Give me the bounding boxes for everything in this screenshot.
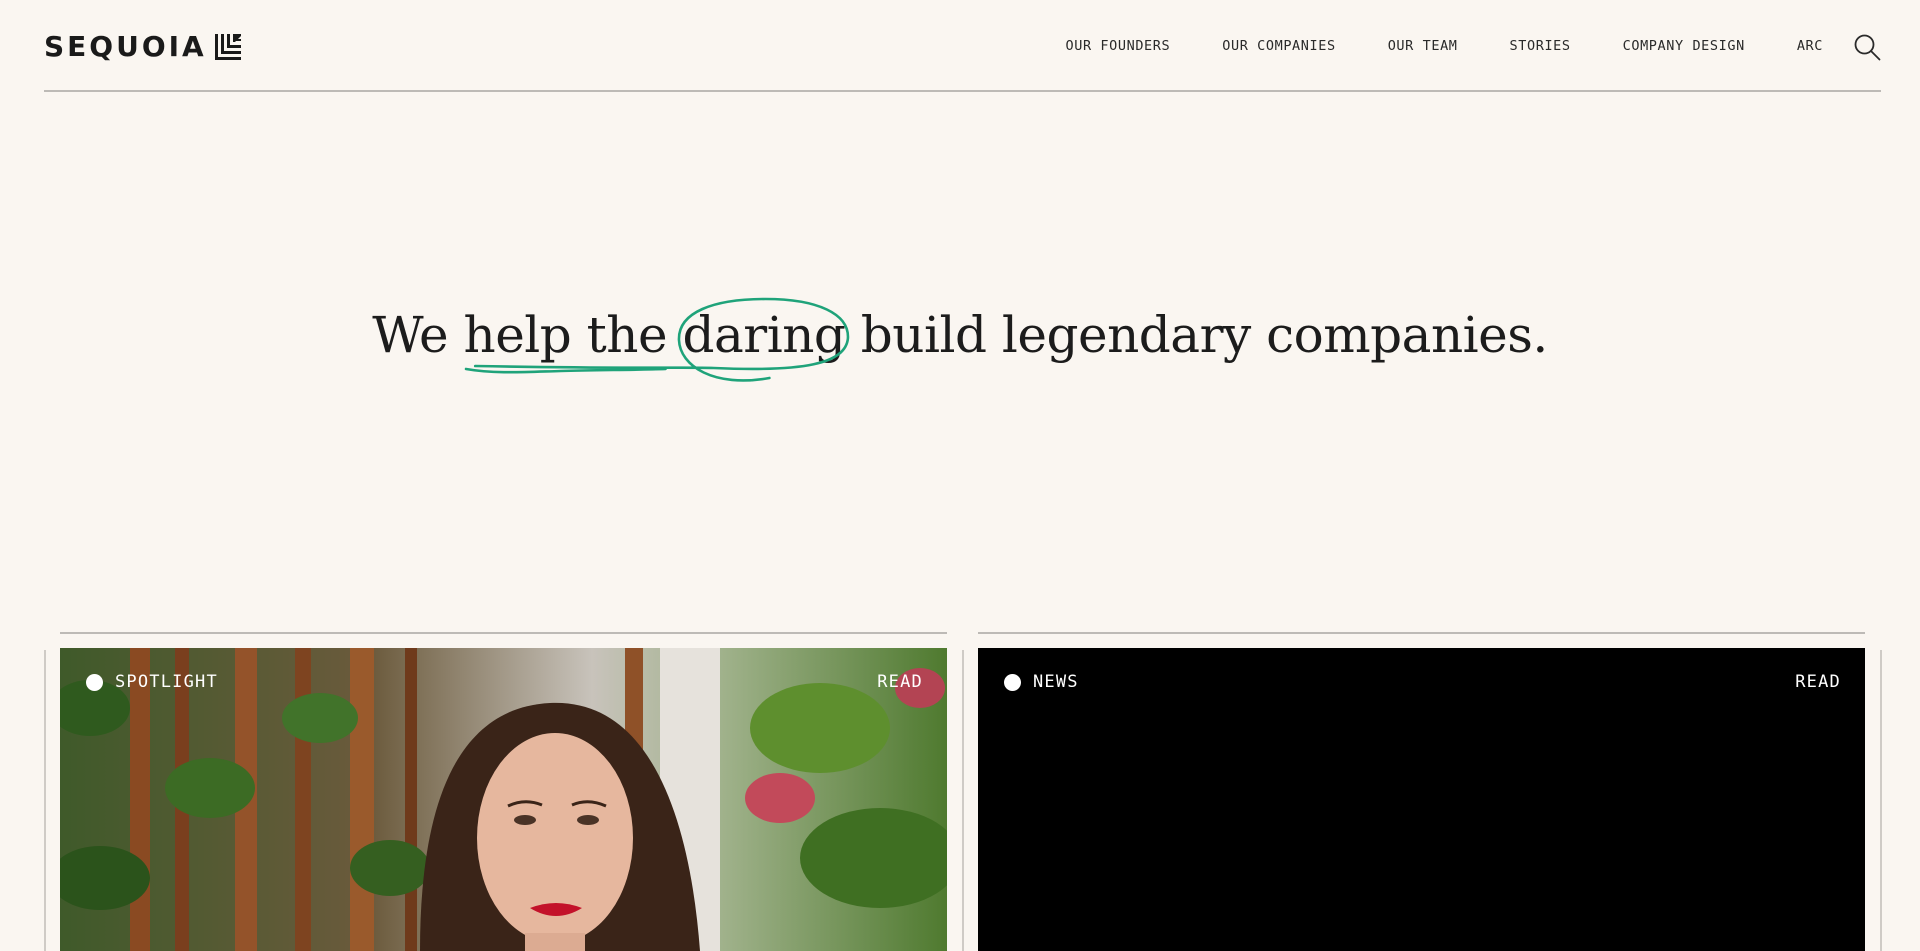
nav-stories[interactable]: STORIES: [1510, 38, 1571, 54]
column-rule-2: [962, 650, 964, 951]
column-rule-3: [1880, 650, 1882, 951]
spotlight-tag-label: SPOTLIGHT: [115, 672, 218, 692]
hero-text-pre: We: [372, 306, 464, 364]
hero-text-space: [667, 306, 682, 364]
hero-text-post: build legendary companies.: [845, 306, 1549, 364]
sequoia-logo[interactable]: SEQUOIA: [44, 30, 241, 64]
hero: We help the daring build legendary compa…: [0, 297, 1920, 382]
spotlight-read-link[interactable]: READ: [877, 672, 923, 692]
search-icon[interactable]: [1853, 33, 1881, 61]
nav-our-founders[interactable]: OUR FOUNDERS: [1066, 38, 1171, 54]
main-nav: OUR FOUNDERS OUR COMPANIES OUR TEAM STOR…: [1066, 38, 1824, 54]
column-rule-1: [44, 650, 46, 951]
news-tag: NEWS: [1004, 672, 1079, 692]
tag-dot-icon: [86, 673, 103, 691]
hero-headline: We help the daring build legendary compa…: [372, 297, 1549, 382]
logo-mark-icon: [214, 34, 241, 60]
nav-arc[interactable]: ARC: [1797, 38, 1823, 54]
hero-text-circled: daring: [474, 297, 850, 382]
news-tag-label: NEWS: [1033, 672, 1079, 692]
underlined-phrase: help the: [463, 306, 668, 364]
tag-dot-icon: [1004, 673, 1021, 691]
spotlight-photo: [60, 648, 947, 951]
card-divider-right: [978, 632, 1865, 634]
site-header: SEQUOIA OUR FOUNDERS OUR COMPANIES OUR T…: [44, 0, 1881, 92]
card-divider-left: [60, 632, 947, 634]
spotlight-tag: SPOTLIGHT: [86, 672, 218, 692]
news-read-link[interactable]: READ: [1795, 672, 1841, 692]
hero-text-underlined: help the: [463, 306, 668, 374]
news-card[interactable]: NEWS READ: [978, 648, 1865, 951]
circled-word: daring: [682, 306, 846, 364]
spotlight-card[interactable]: SPOTLIGHT READ: [60, 648, 947, 951]
nav-our-companies[interactable]: OUR COMPANIES: [1222, 38, 1335, 54]
nav-our-team[interactable]: OUR TEAM: [1388, 38, 1458, 54]
nav-company-design[interactable]: COMPANY DESIGN: [1623, 38, 1745, 54]
logo-wordmark: SEQUOIA: [44, 30, 207, 63]
